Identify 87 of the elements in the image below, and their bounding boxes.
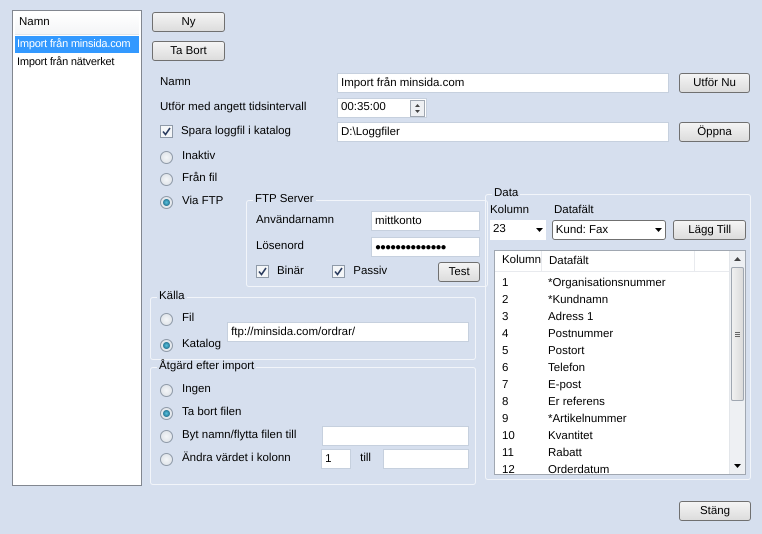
table-cell-text: 11 [501, 446, 515, 460]
checkbox-label: Passiv [353, 265, 388, 279]
column-header[interactable]: Datafält [541, 250, 695, 272]
column-field[interactable]: 1 [321, 449, 352, 469]
radio-button[interactable] [160, 406, 173, 420]
radio-button[interactable] [160, 430, 173, 442]
caret-icon [536, 228, 543, 232]
check-icon [334, 267, 344, 276]
field-label: Datafält [554, 204, 594, 218]
table-cell-text: E-post [547, 378, 582, 392]
group-title: Åtgärd efter import [157, 360, 256, 374]
radio-label: Från fil [182, 172, 218, 186]
table-cell-text: Postnummer [547, 328, 614, 342]
table-cell-text: 6 [501, 362, 510, 376]
button[interactable]: Utför Nu [679, 73, 750, 93]
table-cell-text: 3 [501, 310, 510, 324]
checkbox-label: Binär [277, 265, 304, 279]
field-label: Kolumn [490, 204, 530, 218]
path-field[interactable]: ftp://minsida.com/ordrar/ [227, 322, 469, 342]
field-label: Lösenord [256, 240, 305, 254]
table-cell-text: 12 [501, 464, 516, 478]
spinner-arrows-icon [410, 100, 425, 116]
radio-button[interactable] [160, 452, 173, 466]
radio-button[interactable] [160, 172, 173, 186]
check-icon [162, 127, 171, 136]
checkbox[interactable] [332, 265, 346, 278]
table-cell-text: 4 [501, 328, 510, 342]
name-field[interactable]: Import från minsida.com [337, 73, 669, 93]
table-cell-text: Postort [547, 344, 584, 358]
caret-icon [655, 228, 662, 232]
table-cell-text: Orderdatum [547, 464, 610, 478]
radio-label: Fil [182, 312, 194, 326]
value-field[interactable] [383, 449, 469, 469]
radio-button[interactable] [160, 150, 173, 164]
scroll-up-icon [734, 257, 741, 261]
table-cell-text: 9 [501, 412, 510, 426]
checkbox[interactable] [256, 265, 269, 278]
folder-field[interactable]: D:\Loggfiler [337, 122, 669, 142]
radio-label: Via FTP [182, 195, 224, 209]
table-cell-text: 5 [501, 344, 510, 358]
password-field[interactable]: ●●●●●●●●●●●●●● [371, 237, 480, 257]
checkbox-label: Spara loggfil i katalog [181, 125, 291, 139]
grip-icon [735, 332, 740, 336]
checkbox[interactable] [160, 125, 173, 138]
list-item[interactable]: Import från nätverket [15, 54, 139, 72]
table-cell-text: 8 [501, 396, 510, 410]
table-cell-text: Telefon [547, 362, 586, 376]
radio-label: Katalog [182, 338, 222, 352]
time-spinner[interactable]: 00:35:00 [337, 98, 427, 118]
scrollbar[interactable] [729, 251, 745, 474]
table-cell-text: *Organisationsnummer [547, 276, 666, 290]
button[interactable]: Test [438, 262, 480, 282]
button[interactable]: Stäng [679, 501, 751, 521]
check-icon [258, 267, 267, 276]
table-cell-text: Rabatt [547, 446, 582, 460]
table-cell-text: 10 [501, 430, 516, 444]
button[interactable]: Lägg Till [673, 220, 746, 240]
radio-label: Ingen [182, 383, 211, 397]
rename-field[interactable] [322, 426, 469, 446]
username-field[interactable]: mittkonto [371, 211, 480, 231]
field-label: Användarnamn [256, 214, 335, 228]
table-cell-text: Adress 1 [547, 310, 594, 324]
button[interactable]: Ny [152, 12, 225, 32]
dropdown[interactable]: 23 [490, 220, 546, 240]
radio-button[interactable] [160, 384, 173, 396]
radio-label: Byt namn/flytta filen till [182, 429, 296, 443]
radio-button[interactable] [160, 312, 173, 326]
table-cell-text: 1 [501, 276, 510, 290]
radio-label: Ändra värdet i kolonn [182, 452, 291, 466]
button[interactable]: Ta Bort [152, 41, 225, 61]
dropdown[interactable]: Kund: Fax [552, 220, 666, 240]
table-cell-text: Er referens [547, 396, 605, 410]
button[interactable]: Öppna [679, 122, 750, 142]
field-label: Utför med angett tidsintervall [160, 101, 308, 115]
table-cell-text: *Artikelnummer [547, 412, 627, 426]
table-cell-text: *Kundnamn [547, 294, 608, 308]
radio-label: Inaktiv [182, 150, 216, 164]
field-label: till [360, 452, 371, 466]
radio-button[interactable] [160, 196, 173, 208]
radio-button[interactable] [160, 338, 173, 352]
field-label: Namn [160, 76, 192, 90]
scroll-down-icon [734, 464, 741, 468]
table-cell-text: 7 [501, 378, 510, 392]
table-cell-text: 2 [501, 294, 510, 308]
column-header[interactable]: Kolumn [495, 254, 541, 268]
radio-label: Ta bort filen [182, 406, 242, 420]
table-cell-text: Kvantitet [547, 430, 593, 444]
